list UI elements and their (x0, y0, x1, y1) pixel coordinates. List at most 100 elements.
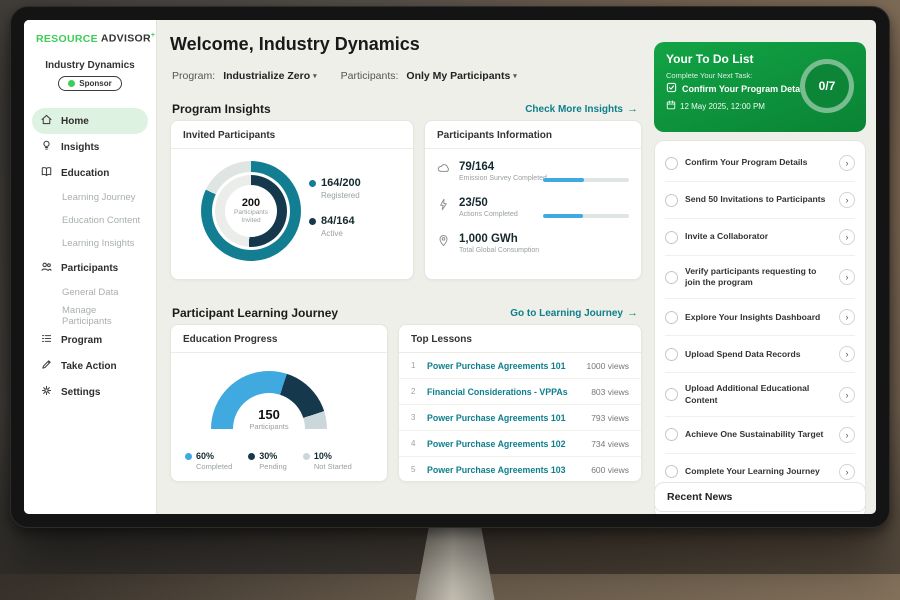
program-filter-label: Program: (172, 70, 215, 82)
info-value: 1,000 GWh (459, 233, 539, 245)
chevron-right-icon[interactable]: › (839, 269, 855, 285)
task-item[interactable]: Invite a Collaborator › (665, 219, 855, 256)
sidebar-item-manage-participants[interactable]: Manage Participants (32, 304, 148, 327)
emission-progress-bar (543, 178, 629, 182)
legend-dot (248, 453, 255, 460)
legend-dot (185, 453, 192, 460)
progress-fill (543, 178, 584, 182)
lesson-title-link[interactable]: Power Purchase Agreements 103 (427, 465, 583, 475)
task-checkbox[interactable] (665, 311, 678, 324)
logo-resource: RESOURCE (36, 33, 98, 45)
go-to-learning-journey-link[interactable]: Go to Learning Journey → (510, 307, 638, 319)
legend-entry-not-started: 10% Not Started (303, 451, 352, 471)
task-item[interactable]: Verify participants requesting to join t… (665, 256, 855, 299)
education-progress-card: Education Progress 150 Participants 60% … (170, 324, 388, 482)
chevron-right-icon[interactable]: › (839, 464, 855, 480)
filters-row: Program: Industrialize Zero ▾ Participan… (172, 70, 517, 82)
education-legend: 60% Completed 30% Pending 10% Not Starte… (185, 451, 352, 471)
sidebar-item-label: Home (61, 116, 89, 127)
card-title: Participants Information (425, 121, 641, 149)
sidebar-item-take-action[interactable]: Take Action (32, 353, 148, 379)
todo-task-list-card: Confirm Your Program Details › Send 50 I… (654, 140, 866, 514)
chevron-right-icon[interactable]: › (839, 387, 855, 403)
chevron-right-icon[interactable]: › (839, 155, 855, 171)
task-checkbox[interactable] (665, 348, 678, 361)
lesson-title-link[interactable]: Power Purchase Agreements 101 (427, 413, 583, 423)
participants-filter-select[interactable]: Only My Participants ▾ (406, 70, 516, 82)
task-label: Complete Your Learning Journey (685, 466, 832, 477)
task-checkbox[interactable] (665, 388, 678, 401)
sidebar-item-education-content[interactable]: Education Content (32, 209, 148, 232)
task-label: Explore Your Insights Dashboard (685, 312, 832, 323)
lesson-row[interactable]: 4 Power Purchase Agreements 102 734 view… (399, 431, 641, 457)
lesson-row[interactable]: 3 Power Purchase Agreements 101 793 view… (399, 405, 641, 431)
todo-progress-value: 0/7 (819, 79, 836, 93)
info-label: Emission Survey Completed (459, 175, 547, 182)
sidebar-item-learning-insights[interactable]: Learning Insights (32, 232, 148, 255)
task-item[interactable]: Achieve One Sustainability Target › (665, 417, 855, 454)
sidebar-item-participants[interactable]: Participants (32, 255, 148, 281)
chevron-right-icon[interactable]: › (839, 309, 855, 325)
participants-information-card: Participants Information 79/164 Emission… (424, 120, 642, 280)
sidebar-item-learning-journey[interactable]: Learning Journey (32, 186, 148, 209)
task-checkbox[interactable] (665, 271, 678, 284)
lesson-views: 803 views (591, 387, 629, 397)
lesson-rank: 5 (411, 465, 419, 474)
sidebar-item-education[interactable]: Education (32, 160, 148, 186)
checkbox-icon (666, 82, 677, 95)
cloud-icon (437, 161, 451, 180)
lesson-row[interactable]: 5 Power Purchase Agreements 103 600 view… (399, 457, 641, 482)
check-more-insights-link[interactable]: Check More Insights → (525, 103, 638, 115)
recent-news-title: Recent News (655, 483, 865, 511)
chevron-right-icon[interactable]: › (839, 229, 855, 245)
gear-icon (40, 384, 53, 400)
task-checkbox[interactable] (665, 428, 678, 441)
sponsor-icon (68, 80, 75, 87)
task-item[interactable]: Confirm Your Program Details › (665, 145, 855, 182)
lesson-title-link[interactable]: Financial Considerations - VPPAs (427, 387, 583, 397)
task-checkbox[interactable] (665, 194, 678, 207)
info-row-actions: 23/50 Actions Completed (437, 197, 518, 218)
task-checkbox[interactable] (665, 465, 678, 478)
chevron-right-icon[interactable]: › (839, 427, 855, 443)
next-task-row[interactable]: Confirm Your Program Details (666, 82, 810, 95)
legend-entry-pending: 30% Pending (248, 451, 287, 471)
pencil-icon (40, 358, 53, 374)
participants-filter-value: Only My Participants (406, 70, 510, 82)
participants-filter-label: Participants: (341, 70, 399, 82)
task-label: Upload Spend Data Records (685, 349, 832, 360)
next-task-label: Confirm Your Program Details (682, 84, 810, 94)
task-label: Confirm Your Program Details (685, 157, 832, 168)
sidebar-item-label: Education (61, 168, 109, 179)
chevron-right-icon[interactable]: › (839, 346, 855, 362)
chevron-down-icon: ▾ (313, 72, 317, 80)
program-filter-select[interactable]: Industrialize Zero ▾ (223, 70, 316, 82)
sidebar-item-program[interactable]: Program (32, 327, 148, 353)
org-name: Industry Dynamics (24, 60, 156, 71)
section-title-learning-journey: Participant Learning Journey (172, 306, 338, 320)
task-item[interactable]: Upload Additional Educational Content › (665, 373, 855, 416)
task-item[interactable]: Explore Your Insights Dashboard › (665, 299, 855, 336)
info-label: Actions Completed (459, 211, 518, 218)
sidebar-item-home[interactable]: Home (32, 108, 148, 134)
sidebar-item-insights[interactable]: Insights (32, 134, 148, 160)
lesson-row[interactable]: 2 Financial Considerations - VPPAs 803 v… (399, 379, 641, 405)
lesson-title-link[interactable]: Power Purchase Agreements 101 (427, 361, 578, 371)
info-label: Total Global Consumption (459, 247, 539, 254)
lesson-rank: 1 (411, 361, 419, 370)
task-item[interactable]: Send 50 Invitations to Participants › (665, 182, 855, 219)
legend-label: Pending (259, 462, 287, 471)
chevron-right-icon[interactable]: › (839, 192, 855, 208)
task-checkbox[interactable] (665, 231, 678, 244)
task-label: Verify participants requesting to join t… (685, 266, 832, 288)
actions-progress-bar (543, 214, 629, 218)
donut-center-value: 200 (242, 197, 260, 209)
sidebar-item-general-data[interactable]: General Data (32, 281, 148, 304)
section-title-program-insights: Program Insights (172, 102, 271, 116)
progress-fill (543, 214, 583, 218)
task-checkbox[interactable] (665, 157, 678, 170)
task-item[interactable]: Upload Spend Data Records › (665, 336, 855, 373)
lesson-title-link[interactable]: Power Purchase Agreements 102 (427, 439, 583, 449)
lesson-row[interactable]: 1 Power Purchase Agreements 101 1000 vie… (399, 353, 641, 379)
sidebar-item-settings[interactable]: Settings (32, 379, 148, 405)
